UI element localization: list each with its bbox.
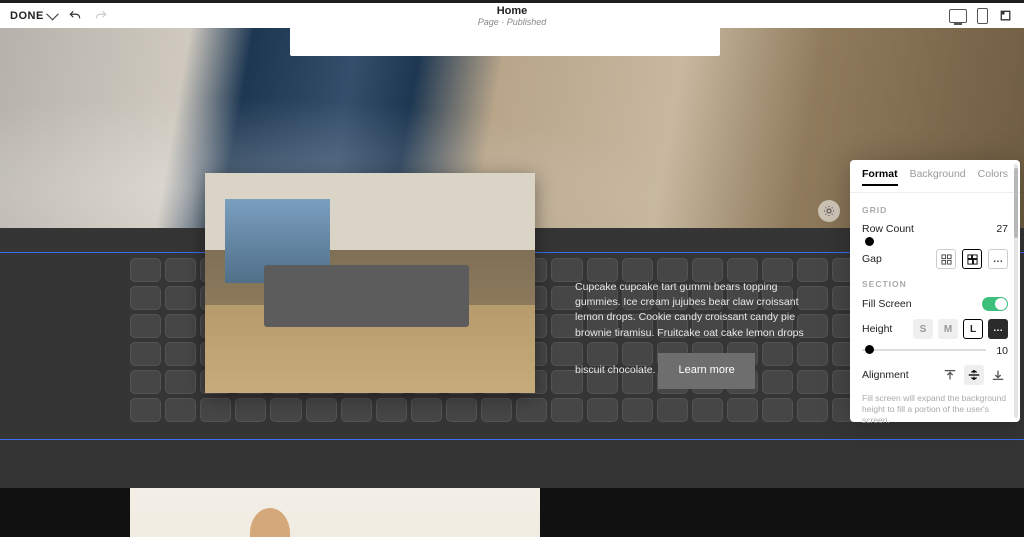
tab-format[interactable]: Format bbox=[862, 168, 898, 186]
height-option-s[interactable]: S bbox=[913, 319, 933, 339]
device-desktop-icon[interactable] bbox=[949, 9, 967, 23]
tab-background[interactable]: Background bbox=[910, 168, 966, 186]
help-text: Fill screen will expand the background h… bbox=[862, 393, 1008, 426]
height-option-l[interactable]: L bbox=[963, 319, 983, 339]
align-bottom-button[interactable] bbox=[988, 365, 1008, 385]
section-image[interactable] bbox=[205, 173, 535, 393]
grid-heading: GRID bbox=[862, 205, 1008, 215]
redo-button[interactable] bbox=[93, 8, 109, 24]
chevron-down-icon bbox=[46, 8, 59, 21]
learn-more-button[interactable]: Learn more bbox=[658, 353, 754, 389]
editor-toolbar: DONE Home Page · Published bbox=[0, 0, 1024, 28]
row-count-label: Row Count bbox=[862, 223, 914, 235]
height-label: Height bbox=[862, 323, 892, 335]
align-middle-button[interactable] bbox=[964, 365, 984, 385]
undo-button[interactable] bbox=[67, 8, 83, 24]
page-title: Home bbox=[0, 5, 1024, 17]
height-more-button[interactable] bbox=[988, 319, 1008, 339]
align-top-button[interactable] bbox=[940, 365, 960, 385]
gap-option-tight[interactable] bbox=[962, 249, 982, 269]
tab-colors[interactable]: Colors bbox=[978, 168, 1008, 186]
device-mobile-icon[interactable] bbox=[977, 8, 988, 24]
fill-screen-label: Fill Screen bbox=[862, 298, 912, 310]
decorative-lamp bbox=[250, 508, 290, 537]
done-button[interactable]: DONE bbox=[10, 10, 57, 22]
fill-screen-toggle[interactable] bbox=[982, 297, 1008, 311]
format-panel: Format Background Colors GRID Row Count … bbox=[850, 160, 1020, 422]
gap-label: Gap bbox=[862, 253, 882, 265]
tag-icon[interactable] bbox=[995, 4, 1018, 27]
panel-tabs: Format Background Colors bbox=[850, 168, 1020, 193]
gap-more-button[interactable] bbox=[988, 249, 1008, 269]
style-chip-button[interactable] bbox=[818, 200, 840, 222]
height-value: 10 bbox=[996, 345, 1008, 357]
section-copy[interactable]: Cupcake cupcake tart gummi bears topping… bbox=[575, 280, 810, 389]
height-slider[interactable] bbox=[862, 349, 986, 351]
done-label: DONE bbox=[10, 10, 44, 22]
panel-scrollbar[interactable] bbox=[1014, 164, 1018, 418]
next-section-image[interactable] bbox=[130, 488, 540, 537]
alignment-label: Alignment bbox=[862, 369, 909, 381]
row-count-value: 27 bbox=[996, 223, 1008, 235]
gap-option-grid[interactable] bbox=[936, 249, 956, 269]
page-status: Page · Published bbox=[0, 17, 1024, 27]
hero-content-slot bbox=[290, 28, 720, 56]
section-heading: SECTION bbox=[862, 279, 1008, 289]
height-option-m[interactable]: M bbox=[938, 319, 958, 339]
